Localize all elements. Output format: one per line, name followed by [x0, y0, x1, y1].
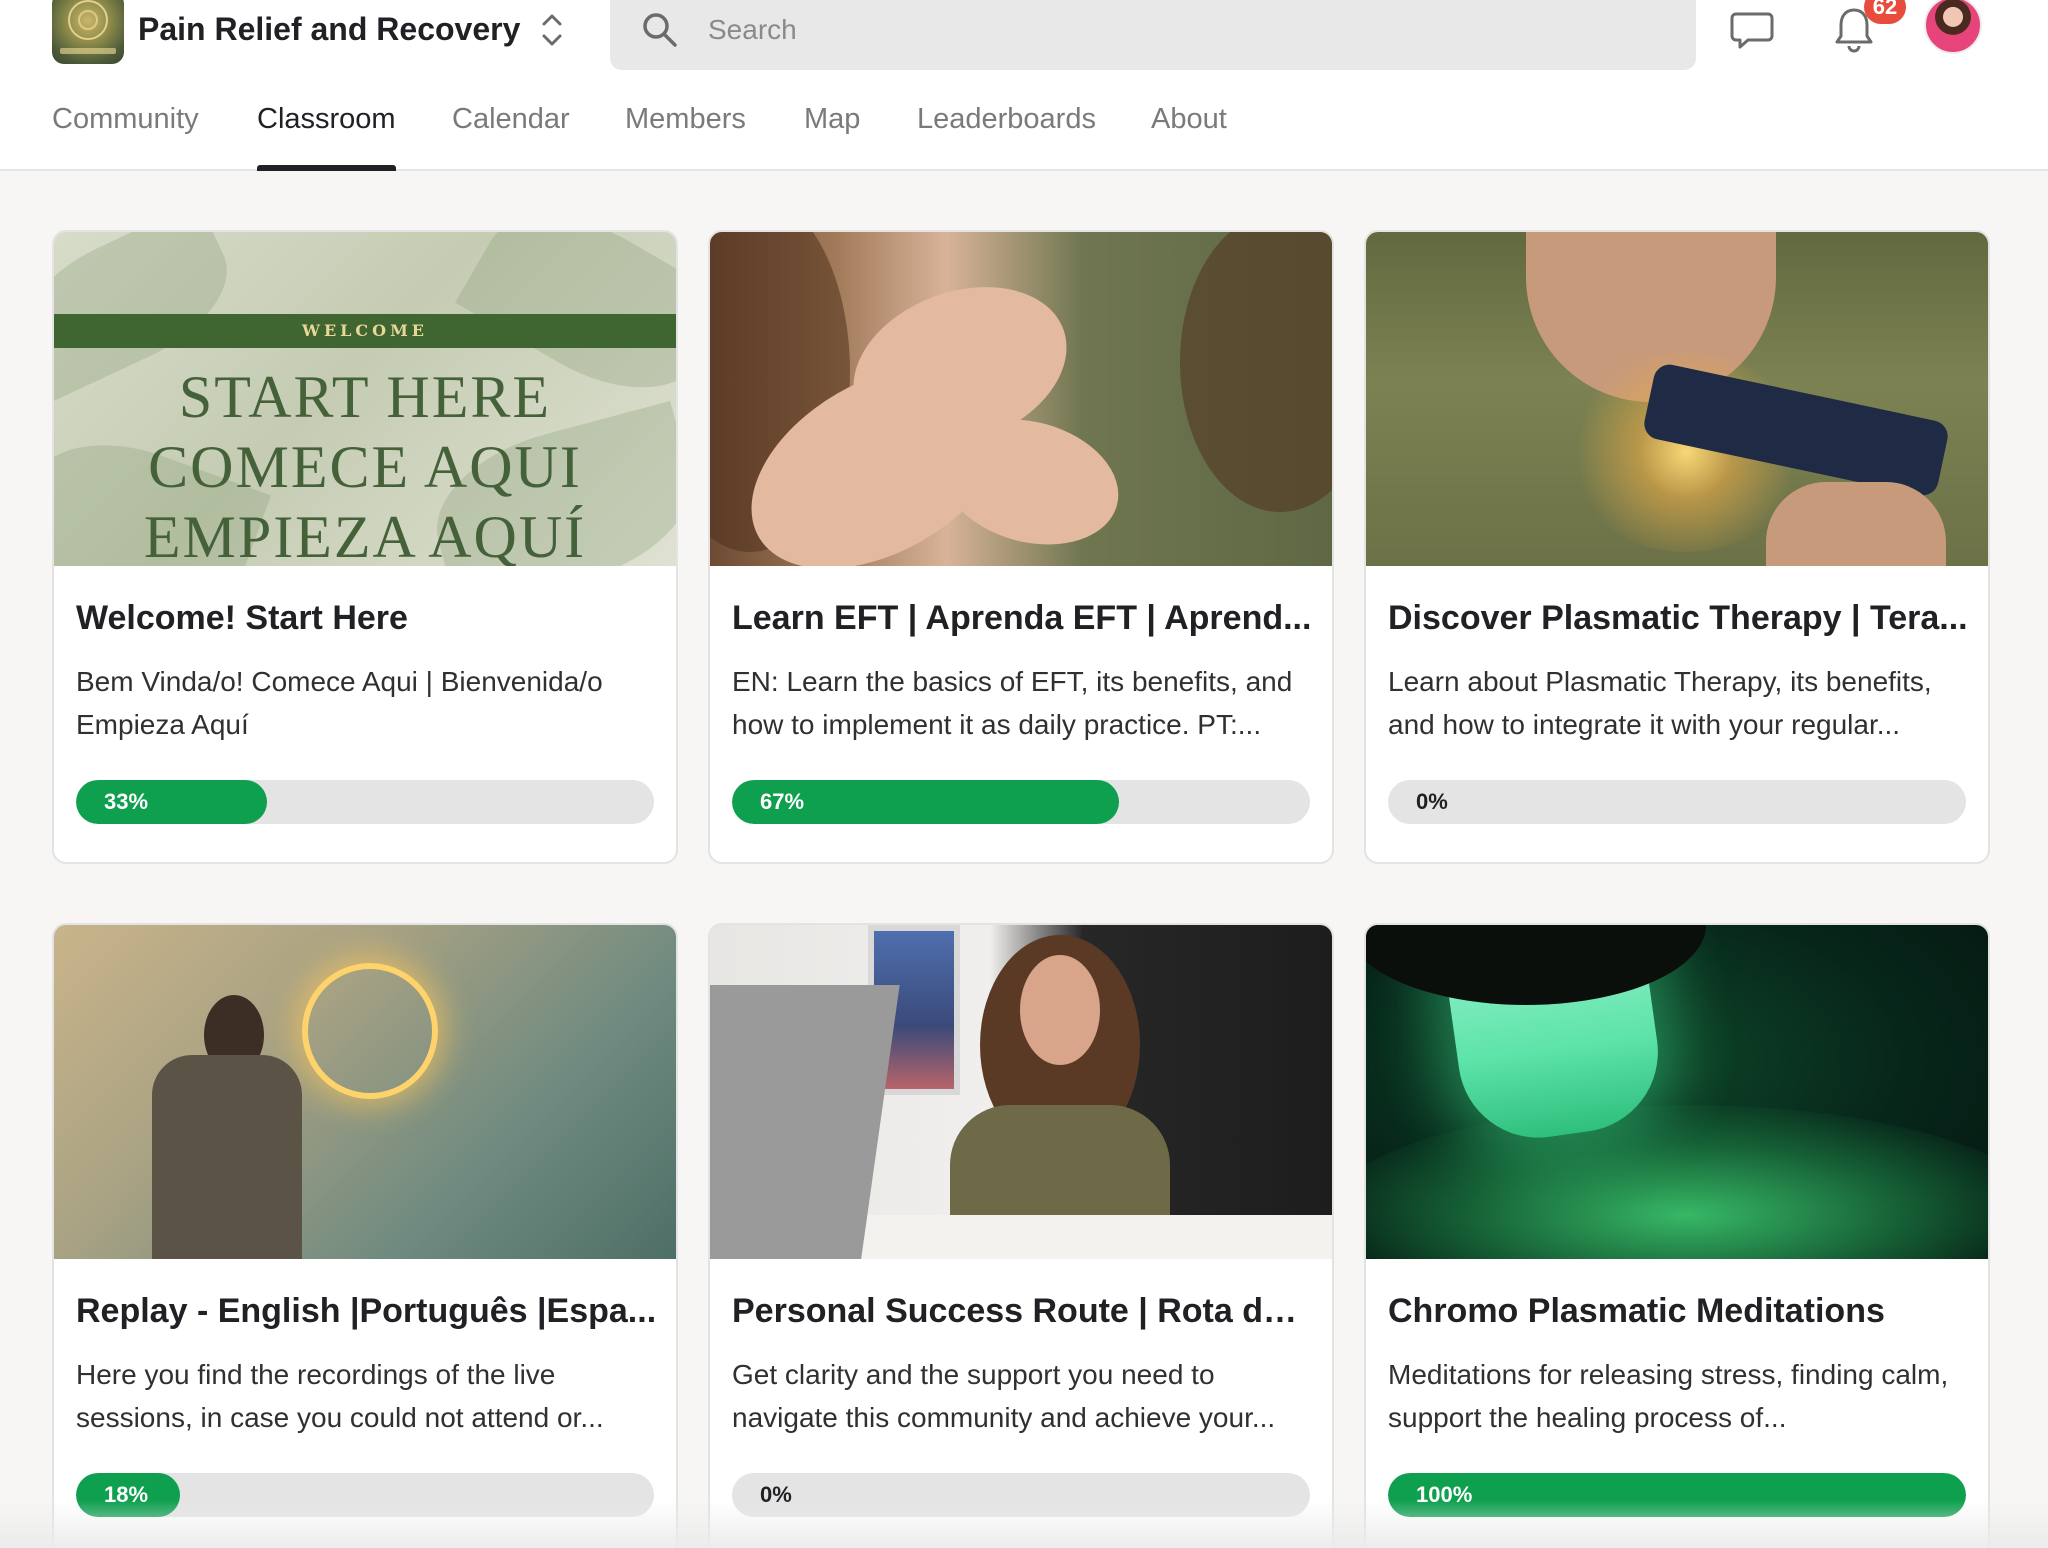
course-description: Learn about Plasmatic Therapy, its benef… — [1388, 666, 1932, 740]
course-title[interactable]: Replay - English |Português |Espa... — [76, 1289, 658, 1333]
notification-badge[interactable]: 62 — [1864, 0, 1906, 24]
tab-calendar[interactable]: Calendar — [452, 92, 570, 171]
chat-icon[interactable] — [1728, 6, 1776, 54]
course-card[interactable]: Learn EFT | Aprenda EFT | Aprend... EN: … — [708, 230, 1334, 864]
course-progress-bar: 0% — [1388, 780, 1966, 824]
course-title[interactable]: Welcome! Start Here — [76, 596, 658, 640]
app: Pain Relief and Recovery 62 Community C — [0, 0, 2048, 1548]
cover-line: EMPIEZA AQUÍ — [143, 504, 587, 566]
cover-line: COMECE AQUI — [148, 434, 582, 500]
course-cover-image — [1366, 925, 1988, 1259]
tab-leaderboards[interactable]: Leaderboards — [917, 92, 1096, 171]
search-icon — [643, 13, 677, 47]
group-switcher-icon[interactable] — [536, 8, 568, 52]
group-logo[interactable] — [52, 0, 124, 64]
course-card[interactable]: Discover Plasmatic Therapy | Tera... Lea… — [1364, 230, 1990, 864]
course-progress-bar: 33% — [76, 780, 654, 824]
course-cover-image — [54, 925, 676, 1259]
course-card[interactable]: Replay - English |Português |Espa... Her… — [52, 923, 678, 1548]
course-card[interactable]: Personal Success Route | Rota de ... Get… — [708, 923, 1334, 1548]
course-cover-image: WELCOME START HERE COMECE AQUI EMPIEZA A… — [54, 232, 676, 566]
course-description: Get clarity and the support you need to … — [732, 1359, 1276, 1433]
progress-label: 67% — [760, 789, 805, 814]
top-header: Pain Relief and Recovery 62 Community C — [0, 0, 2048, 171]
search-input[interactable] — [708, 2, 1648, 58]
search-bar[interactable] — [610, 0, 1696, 70]
group-name[interactable]: Pain Relief and Recovery — [138, 8, 520, 50]
tab-about[interactable]: About — [1151, 92, 1227, 171]
course-title[interactable]: Chromo Plasmatic Meditations — [1388, 1289, 1970, 1333]
course-progress-bar: 67% — [732, 780, 1310, 824]
course-description: Here you find the recordings of the live… — [76, 1359, 604, 1433]
tab-map[interactable]: Map — [804, 92, 860, 171]
course-title[interactable]: Learn EFT | Aprenda EFT | Aprend... — [732, 596, 1314, 640]
course-title[interactable]: Discover Plasmatic Therapy | Tera... — [1388, 596, 1970, 640]
course-card[interactable]: Chromo Plasmatic Meditations Meditations… — [1364, 923, 1990, 1548]
course-title[interactable]: Personal Success Route | Rota de ... — [732, 1289, 1314, 1333]
tab-community[interactable]: Community — [52, 92, 199, 171]
course-description: Meditations for releasing stress, findin… — [1388, 1359, 1949, 1433]
tab-members[interactable]: Members — [625, 92, 746, 171]
cover-band-text: WELCOME — [54, 314, 676, 348]
cover-line: START HERE — [178, 364, 552, 430]
course-cover-image — [710, 232, 1332, 566]
course-card[interactable]: WELCOME START HERE COMECE AQUI EMPIEZA A… — [52, 230, 678, 864]
progress-label: 0% — [1416, 789, 1448, 814]
course-cover-image — [1366, 232, 1988, 566]
course-description: Bem Vinda/o! Comece Aqui | Bienvenida/o … — [76, 666, 603, 740]
tab-classroom[interactable]: Classroom — [257, 92, 396, 171]
course-cover-image — [710, 925, 1332, 1259]
course-description: EN: Learn the basics of EFT, its benefit… — [732, 666, 1293, 740]
progress-label: 33% — [104, 789, 149, 814]
avatar[interactable] — [1924, 0, 1982, 54]
bottom-fade — [0, 1500, 2048, 1548]
